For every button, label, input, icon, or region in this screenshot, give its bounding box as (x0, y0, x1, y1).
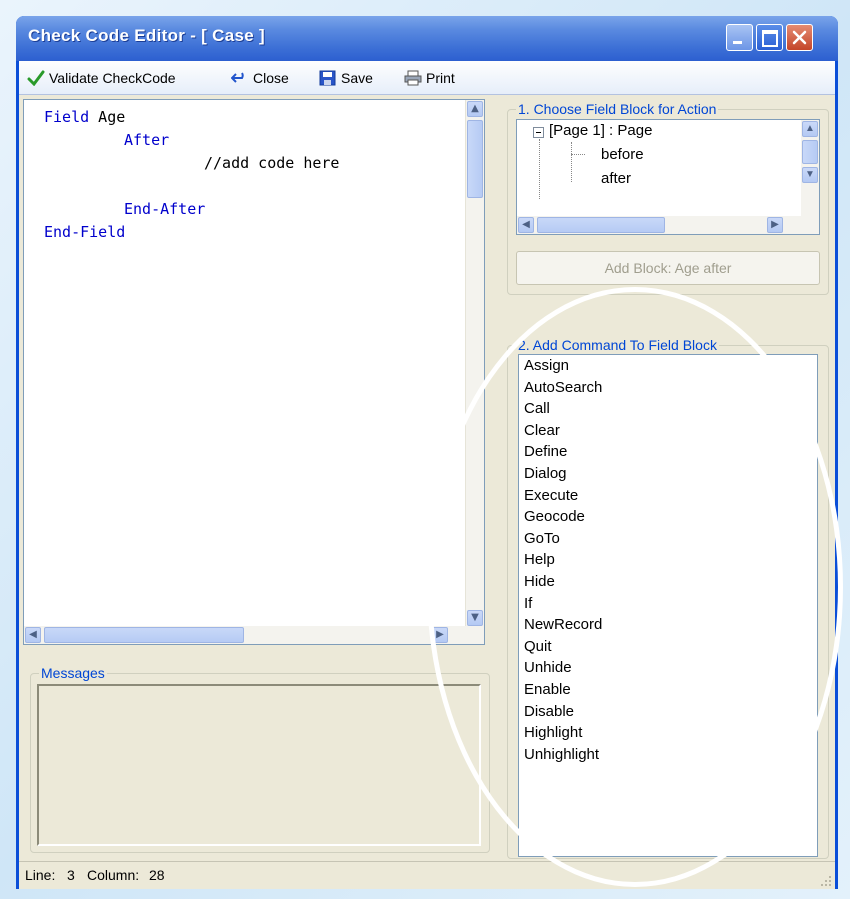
messages-label: Messages (39, 665, 107, 681)
close-button[interactable]: Close (231, 68, 289, 88)
messages-box (37, 684, 481, 846)
tree-vertical-thumb[interactable] (802, 140, 818, 164)
checkmark-icon (27, 70, 45, 86)
tree-node-before[interactable]: before (601, 146, 644, 163)
code-text[interactable]: Field Age After //add code here End-After E… (44, 106, 339, 244)
command-item-highlight[interactable]: Highlight (519, 722, 817, 744)
scroll-left-icon[interactable]: ◀ (25, 627, 41, 643)
status-line-value: 3 (67, 867, 75, 883)
command-item-call[interactable]: Call (519, 398, 817, 420)
window-client: Validate CheckCode Close Save Print Fiel… (19, 61, 835, 889)
code-line-6: End-Field (44, 223, 126, 241)
close-icon (792, 30, 807, 45)
title-bar[interactable]: Check Code Editor - [ Case ] (16, 16, 838, 61)
command-item-unhide[interactable]: Unhide (519, 657, 817, 679)
commands-label: 2. Add Command To Field Block (516, 337, 719, 353)
status-column-value: 28 (149, 867, 165, 883)
command-item-goto[interactable]: GoTo (519, 528, 817, 550)
print-label: Print (426, 70, 455, 86)
command-item-autosearch[interactable]: AutoSearch (519, 377, 817, 399)
status-bar: Line: 3 Column: 28 (19, 861, 835, 889)
tree-node-page-1[interactable]: [Page 1] : Page (549, 122, 652, 139)
field-block-tree[interactable]: [Page 1] : Page before after ▲ ▼ ◀ ▶ (516, 119, 820, 235)
maximize-button[interactable] (756, 24, 783, 51)
vertical-scroll-thumb[interactable] (467, 120, 483, 198)
command-item-assign[interactable]: Assign (519, 355, 817, 377)
validate-label: Validate CheckCode (49, 70, 176, 86)
save-label: Save (341, 70, 373, 86)
command-item-execute[interactable]: Execute (519, 485, 817, 507)
add-block-button[interactable]: Add Block: Age after (516, 251, 820, 285)
field-block-label: 1. Choose Field Block for Action (516, 101, 719, 117)
tree-collapse-icon (533, 127, 544, 138)
validate-checkcode-button[interactable]: Validate CheckCode (27, 68, 176, 88)
printer-icon (404, 70, 422, 86)
resize-grip-icon[interactable] (819, 874, 833, 888)
horizontal-scroll-thumb[interactable] (44, 627, 244, 643)
tree-scroll-up-icon[interactable]: ▲ (802, 121, 818, 137)
tree-line (571, 142, 572, 182)
close-window-button[interactable] (786, 24, 813, 51)
tree-horizontal-thumb[interactable] (537, 217, 665, 233)
command-item-enable[interactable]: Enable (519, 679, 817, 701)
code-editor[interactable]: Field Age After //add code here End-After E… (23, 99, 485, 645)
tree-horizontal-scrollbar[interactable]: ◀ ▶ (517, 216, 819, 234)
command-item-disable[interactable]: Disable (519, 701, 817, 723)
check-code-editor-window: Check Code Editor - [ Case ] Validate Ch… (16, 16, 838, 889)
tree-node-after[interactable]: after (601, 170, 631, 187)
toolbar: Validate CheckCode Close Save Print (19, 61, 835, 95)
scroll-down-icon[interactable]: ▼ (467, 610, 483, 626)
code-line-3: //add code here (204, 154, 340, 172)
tree-line (571, 154, 585, 155)
code-line-5: End-After (124, 200, 206, 218)
command-item-define[interactable]: Define (519, 441, 817, 463)
command-item-clear[interactable]: Clear (519, 420, 817, 442)
command-item-quit[interactable]: Quit (519, 636, 817, 658)
minimize-button[interactable] (726, 24, 753, 51)
command-item-hide[interactable]: Hide (519, 571, 817, 593)
editor-horizontal-scrollbar[interactable]: ◀ ▶ (24, 626, 484, 644)
code-line-1: Field Age (44, 108, 126, 126)
scroll-right-icon[interactable]: ▶ (432, 627, 448, 643)
tree-scroll-down-icon[interactable]: ▼ (802, 167, 818, 183)
status-line-label: Line: (25, 867, 56, 883)
print-button[interactable]: Print (404, 68, 455, 88)
undo-arrow-icon (231, 72, 244, 83)
command-item-if[interactable]: If (519, 593, 817, 615)
close-label: Close (253, 70, 289, 86)
command-item-dialog[interactable]: Dialog (519, 463, 817, 485)
command-item-geocode[interactable]: Geocode (519, 506, 817, 528)
tree-line (539, 139, 540, 199)
command-item-newrecord[interactable]: NewRecord (519, 614, 817, 636)
tree-scroll-right-icon[interactable]: ▶ (767, 217, 783, 233)
scroll-up-icon[interactable]: ▲ (467, 101, 483, 117)
code-line-2: After (124, 131, 170, 149)
editor-vertical-scrollbar[interactable]: ▲ ▼ (465, 100, 484, 628)
status-column-label: Column: (87, 867, 140, 883)
tree-scroll-left-icon[interactable]: ◀ (518, 217, 534, 233)
command-list[interactable]: Assign AutoSearch Call Clear Define Dialog Exe… (518, 354, 818, 857)
command-item-unhighlight[interactable]: Unhighlight (519, 744, 817, 766)
window-title: Check Code Editor - [ Case ] (28, 26, 265, 45)
save-button[interactable]: Save (319, 68, 373, 88)
command-item-help[interactable]: Help (519, 549, 817, 571)
floppy-disk-icon (319, 70, 336, 86)
tree-vertical-scrollbar[interactable]: ▲ ▼ (801, 120, 819, 217)
